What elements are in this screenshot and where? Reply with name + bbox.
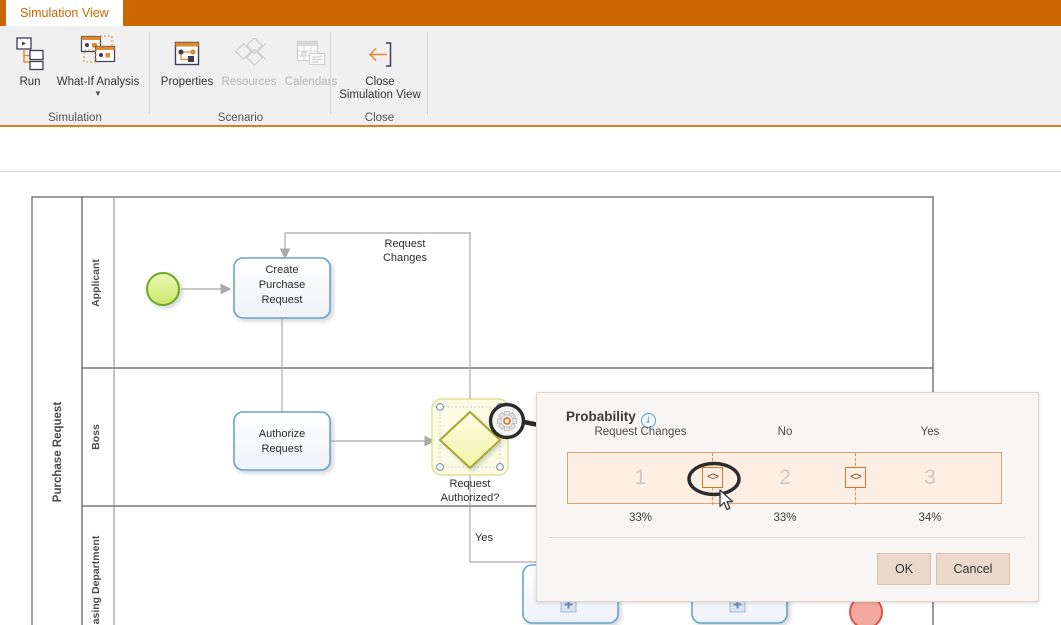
cancel-button[interactable]: Cancel (936, 553, 1010, 585)
task-label-line: Purchase (259, 279, 305, 291)
segment-percent-3: 34% (918, 512, 942, 524)
gateway-label-line: Request (450, 478, 491, 490)
flow-label-yes: Yes (475, 532, 493, 544)
flow-label-request-changes: Changes (383, 252, 428, 264)
ribbon-group-scenario-title: Scenario (217, 112, 264, 124)
task-create-purchase-request[interactable]: Create Purchase Request (233, 257, 331, 319)
task-label-line: Authorize (259, 428, 305, 440)
run-label: Run (19, 76, 41, 88)
segment-label-1: Request Changes (594, 426, 687, 438)
segment-label-2: No (777, 426, 793, 438)
resources-button: Resources (218, 30, 280, 89)
gateway-label-line: Authorized? (441, 492, 500, 504)
resources-icon (232, 30, 266, 72)
lane-label: asing Department (90, 535, 102, 624)
task-authorize-request[interactable]: Authorize Request (233, 411, 331, 471)
what-if-analysis-label: What-If Analysis (56, 76, 140, 88)
properties-label: Properties (160, 76, 214, 88)
divider (549, 537, 1025, 538)
task-label-line: Request (262, 294, 303, 306)
ribbon-group-simulation-title: Simulation (48, 112, 102, 124)
ribbon-group-close-title: Close (364, 112, 395, 124)
properties-button[interactable]: Properties (156, 30, 218, 89)
title-bar: Simulation View (0, 0, 1061, 26)
task-label-line: Request (262, 443, 303, 455)
mouse-cursor (719, 489, 734, 511)
lane-label: Boss (90, 424, 102, 450)
run-icon (13, 30, 47, 72)
tab-simulation-view[interactable]: Simulation View (6, 0, 123, 26)
ribbon-group-simulation: Run What-If Analysis ▼ Simulation (0, 26, 150, 127)
pool-label: Purchase Request (52, 402, 64, 503)
close-simulation-view-button[interactable]: Close Simulation View (335, 30, 425, 102)
what-if-analysis-button[interactable]: What-If Analysis ▼ (52, 30, 144, 98)
calendars-icon (294, 30, 328, 72)
level-bar: Level i 1 Process Validation 2 Time Anal… (0, 127, 1061, 291)
what-if-analysis-icon (78, 30, 118, 72)
tab-simulation-view-label: Simulation View (20, 6, 109, 20)
segment-index-3: 3 (924, 466, 936, 489)
slider-handle-2[interactable]: <> (845, 467, 866, 488)
properties-icon (171, 30, 203, 72)
ribbon-group-scenario: Properties Resources Calendars Scenario (150, 26, 337, 127)
chevron-down-icon[interactable]: ▼ (94, 90, 102, 98)
ribbon-group-close: Close Simulation View Close (331, 26, 428, 127)
lane-label: Applicant (90, 259, 102, 307)
flow-label-request-changes: Request (385, 238, 426, 250)
resources-label: Resources (221, 76, 277, 88)
close-simulation-view-label-line1: Close (365, 76, 395, 88)
group-separator (427, 32, 428, 114)
ok-button[interactable]: OK (877, 553, 931, 585)
close-simulation-view-label-line2: Simulation View (339, 89, 421, 101)
run-button[interactable]: Run (8, 30, 52, 89)
task-label-line: Create (265, 264, 298, 276)
segment-percent-1: 33% (628, 512, 653, 524)
dialog-title: Probability (566, 409, 636, 424)
start-event[interactable] (146, 272, 180, 306)
close-simulation-view-icon (363, 30, 397, 72)
segment-percent-2: 33% (773, 512, 797, 524)
segment-label-3: Yes (920, 426, 940, 438)
ribbon: Run What-If Analysis ▼ Simulation Proper… (0, 26, 1061, 127)
